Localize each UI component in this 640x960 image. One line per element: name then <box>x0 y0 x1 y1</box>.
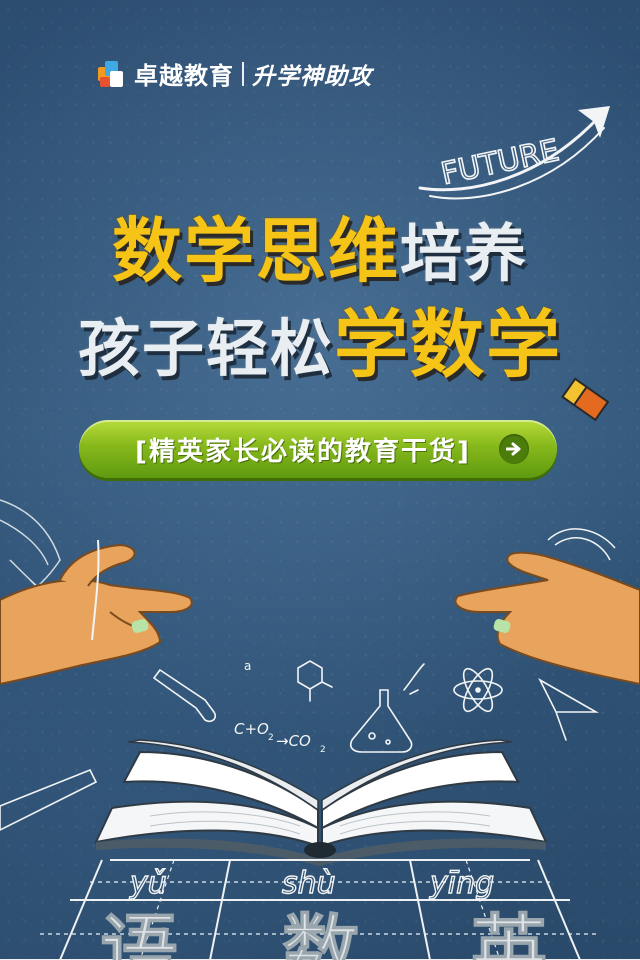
header-divider <box>242 61 244 86</box>
formula-doodle: C+O 2 →CO 2 <box>234 720 326 755</box>
headline-2-highlight: 学数学 <box>334 302 562 388</box>
doodle-letter: a <box>244 659 251 673</box>
arrow-right-icon <box>499 434 529 464</box>
brand-slogan: 升学神助攻 <box>252 63 372 90</box>
read-more-button[interactable]: [精英家长必读的教育干货] <box>79 420 557 478</box>
brand-name: 卓越教育 <box>134 62 234 90</box>
headline-line-1: 数学思维培养 <box>0 216 640 286</box>
brand-header: 卓越教育 升学神助攻 <box>96 56 372 91</box>
brand-logo-icon <box>98 60 123 87</box>
headline-1-highlight: 数学思维 <box>111 210 400 292</box>
subject-pinyin-1: yǔ <box>129 866 167 901</box>
subject-hanzi-1: 语 <box>100 907 178 960</box>
subject-pinyin-2: shù <box>282 866 336 901</box>
subject-hanzi-2: 数 <box>282 907 360 960</box>
subject-hanzi-3: 英 <box>470 907 549 960</box>
headline-1-rest: 培养 <box>399 217 528 290</box>
formula-sub2: 2 <box>320 745 326 755</box>
future-arrow-icon: FUTURE <box>418 106 610 200</box>
open-book <box>94 739 548 866</box>
left-hand <box>0 539 193 686</box>
chalk-illustration: FUTURE a C+O 2 →CO 2 yǔ shù yīng 语 数 英 <box>0 106 640 960</box>
future-text: FUTURE <box>438 133 562 192</box>
read-more-label: [精英家长必读的教育干货] <box>135 436 471 467</box>
headline-2-rest: 孩子轻松 <box>77 312 334 385</box>
poster: FUTURE a C+O 2 →CO 2 yǔ shù yīng 语 数 英 卓… <box>0 0 640 960</box>
eraser-icon <box>561 377 610 422</box>
formula-left: C+O <box>234 720 269 738</box>
right-hand <box>454 528 640 686</box>
formula-sub: 2 <box>268 733 274 743</box>
subject-pinyin-3: yīng <box>429 866 494 901</box>
headline-line-2: 孩子轻松学数学 <box>0 308 640 382</box>
formula-right: →CO <box>276 732 311 750</box>
